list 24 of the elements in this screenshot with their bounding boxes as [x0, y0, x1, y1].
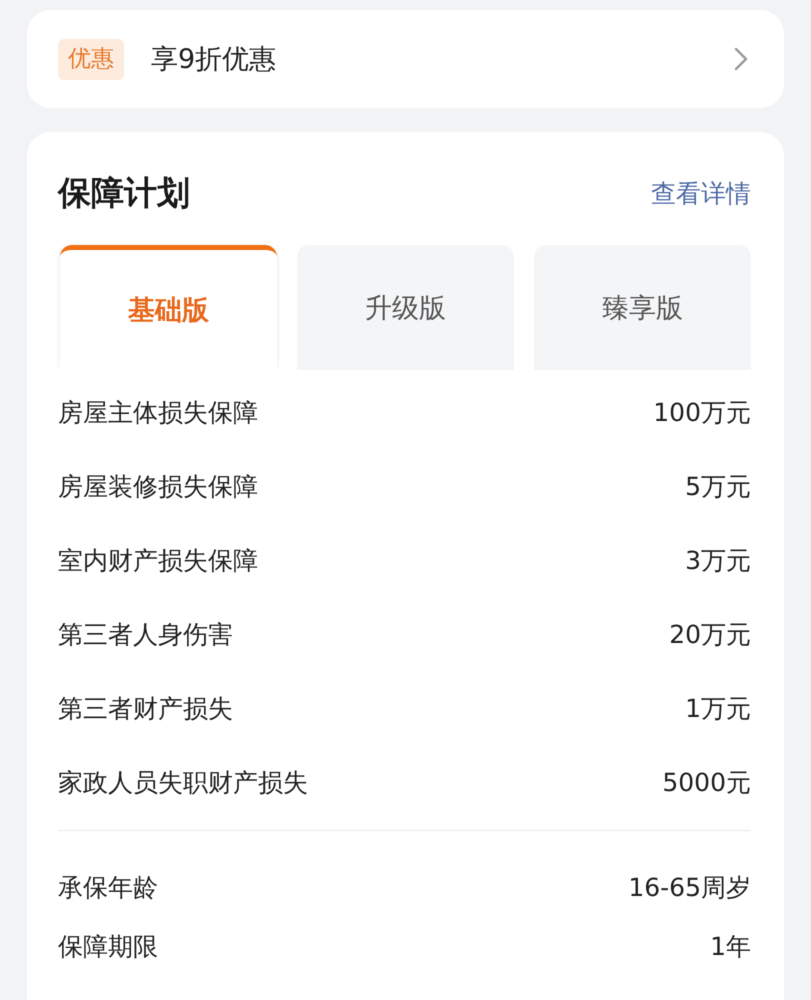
coverage-amount: 20万元 — [669, 618, 751, 650]
coverage-name: 第三者财产损失 — [58, 692, 233, 724]
term-label: 承保年龄 — [58, 872, 158, 904]
plan-tab[interactable]: 升级版 — [297, 245, 514, 370]
coverage-name: 房屋装修损失保障 — [58, 470, 258, 502]
promo-card[interactable]: 优惠 享9折优惠 — [27, 10, 784, 108]
term-label: 保障期限 — [58, 931, 158, 963]
coverage-amount: 3万元 — [685, 544, 751, 576]
coverage-name: 房屋主体损失保障 — [58, 396, 258, 428]
chevron-right-icon — [734, 47, 748, 71]
term-value: 16-65周岁 — [628, 872, 751, 904]
promo-text: 享9折优惠 — [151, 43, 278, 77]
details-link[interactable]: 查看详情 — [651, 176, 751, 210]
coverage-amount: 5000元 — [662, 766, 751, 798]
coverage-amount: 5万元 — [685, 470, 751, 502]
discount-tag: 优惠 — [58, 38, 124, 80]
coverage-amount: 100万元 — [653, 396, 751, 428]
section-title: 保障计划 — [58, 172, 190, 214]
coverage-amount: 1万元 — [685, 692, 751, 724]
term-value: 1年 — [710, 931, 751, 963]
coverage-name: 室内财产损失保障 — [58, 544, 258, 576]
plan-tab[interactable]: 臻享版 — [534, 245, 751, 370]
coverage-name: 家政人员失职财产损失 — [58, 766, 308, 798]
coverage-name: 第三者人身伤害 — [58, 618, 233, 650]
